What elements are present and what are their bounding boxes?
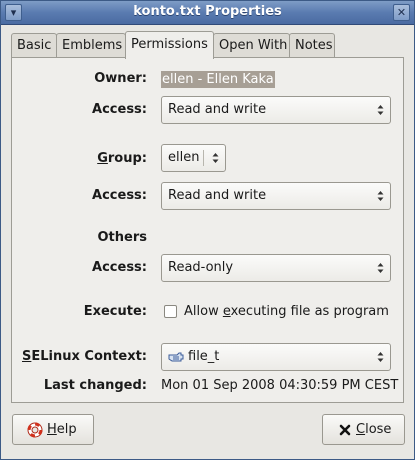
group-access-combo[interactable]: Read and write: [161, 182, 391, 210]
group-access-label: Access:: [92, 188, 147, 203]
execute-checkbox-label[interactable]: Allow executing file as program: [184, 304, 389, 319]
window-close-button[interactable]: ✕: [393, 4, 410, 21]
group-label: Group:: [97, 151, 147, 166]
last-changed-label: Last changed:: [43, 378, 147, 393]
others-access-value: Read-only: [168, 260, 234, 275]
tab-notes[interactable]: Notes: [289, 33, 335, 58]
close-button[interactable]: Close: [322, 414, 405, 445]
others-heading: Others: [97, 230, 148, 245]
help-button[interactable]: Help: [12, 414, 94, 445]
tab-permissions[interactable]: Permissions: [125, 31, 214, 59]
lifebuoy-help-icon: [27, 422, 43, 438]
help-button-label: Help: [47, 422, 77, 437]
combo-arrows-icon: [377, 263, 384, 273]
close-icon: ✕: [396, 6, 407, 19]
combo-arrows-icon: [377, 105, 384, 115]
combo-arrows-icon: [377, 352, 384, 362]
owner-label: Owner:: [94, 71, 147, 86]
selinux-combo[interactable]: file_t: [161, 343, 391, 371]
execute-checkbox[interactable]: [164, 305, 177, 318]
combo-arrows-icon: [377, 191, 384, 201]
group-access-value: Read and write: [168, 188, 267, 203]
close-button-label: Close: [356, 422, 392, 437]
properties-dialog: ▾ konto.txt Properties ✕ Basic Emblems P…: [0, 0, 415, 460]
owner-access-combo[interactable]: Read and write: [161, 96, 391, 124]
others-access-label: Access:: [92, 260, 147, 275]
group-value: ellen: [168, 150, 200, 165]
owner-value[interactable]: ellen - Ellen Kaka: [161, 71, 275, 88]
others-access-combo[interactable]: Read-only: [161, 254, 391, 282]
owner-access-label: Access:: [92, 102, 147, 117]
tab-emblems[interactable]: Emblems: [56, 33, 126, 58]
title-bar: ▾ konto.txt Properties ✕: [1, 1, 414, 25]
group-combo[interactable]: ellen: [161, 144, 226, 172]
hand-pointer-icon: [168, 352, 184, 362]
window-title: konto.txt Properties: [133, 4, 282, 19]
tab-basic[interactable]: Basic: [11, 33, 57, 58]
execute-label: Execute:: [83, 304, 147, 319]
last-changed-value: Mon 01 Sep 2008 04:30:59 PM CEST: [161, 378, 399, 393]
combo-arrows-icon: [212, 153, 219, 163]
x-close-icon: [339, 424, 351, 436]
selinux-label: SELinux Context:: [22, 349, 147, 364]
tab-open-with[interactable]: Open With: [213, 33, 290, 58]
owner-access-value: Read and write: [168, 102, 267, 117]
selinux-value: file_t: [188, 349, 220, 364]
